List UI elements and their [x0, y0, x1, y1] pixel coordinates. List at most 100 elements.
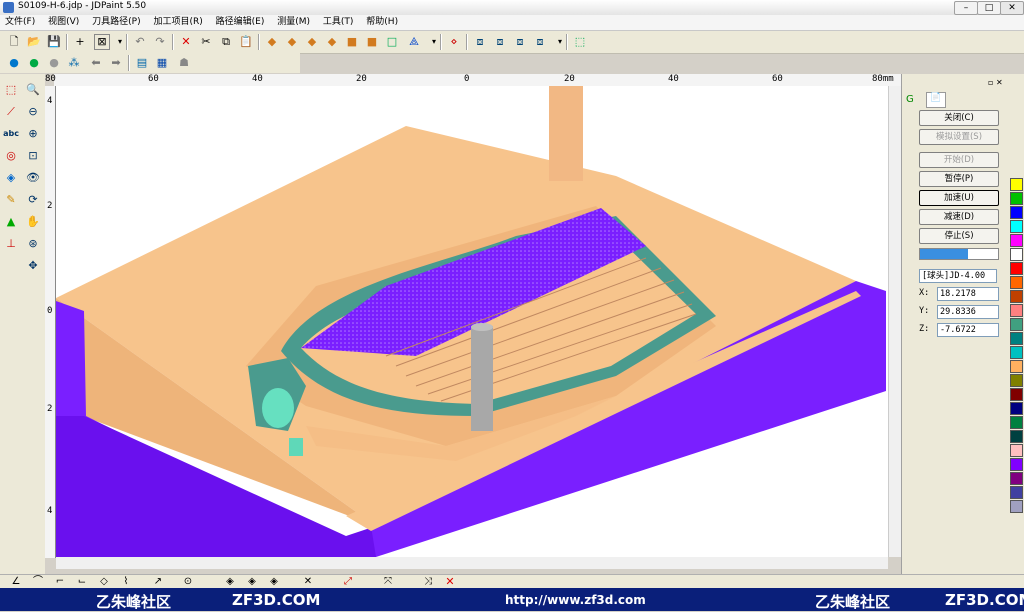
color-swatch[interactable]	[1010, 220, 1023, 233]
color-swatch[interactable]	[1010, 360, 1023, 373]
close-button[interactable]: 关闭(C)	[919, 110, 999, 126]
view-axis-icon[interactable]: ⟁	[406, 34, 422, 50]
color-swatch[interactable]	[1010, 374, 1023, 387]
select-box-icon[interactable]: ⊠	[94, 34, 110, 50]
horizontal-scrollbar[interactable]	[56, 557, 888, 569]
color-swatch[interactable]	[1010, 318, 1023, 331]
tree-tool-icon[interactable]: ▲	[3, 214, 19, 230]
delete-icon[interactable]: ✕	[178, 34, 194, 50]
color-swatch[interactable]	[1010, 486, 1023, 499]
menu-machining[interactable]: 加工项目(R)	[148, 15, 207, 30]
light-green-icon[interactable]: ●	[26, 55, 42, 71]
open-folder-icon[interactable]: 📂	[26, 34, 42, 50]
shade-view-icon[interactable]: ⧈	[492, 34, 508, 50]
center-icon[interactable]: ✥	[25, 258, 41, 274]
view-front-icon[interactable]: ◆	[284, 34, 300, 50]
color-swatch[interactable]	[1010, 332, 1023, 345]
slow-down-button[interactable]: 减速(D)	[919, 209, 999, 225]
path-edit-icon[interactable]: ⋄	[446, 34, 462, 50]
forward-arrow-icon[interactable]: ➡	[108, 55, 124, 71]
color-swatch[interactable]	[1010, 206, 1023, 219]
color-swatch[interactable]	[1010, 276, 1023, 289]
tab-geometry[interactable]: G	[906, 94, 918, 106]
layers-icon[interactable]: ▤	[134, 55, 150, 71]
menu-path-edit[interactable]: 路径编辑(E)	[211, 15, 270, 30]
render-view-icon[interactable]: ⧈	[512, 34, 528, 50]
color-swatch[interactable]	[1010, 262, 1023, 275]
redo-icon[interactable]: ↷	[152, 34, 168, 50]
zoom-in-icon[interactable]: ⊕	[25, 126, 41, 142]
back-arrow-icon[interactable]: ⬅	[88, 55, 104, 71]
title-bar: S0109-H-6.jdp - JDPaint 5.50 – □ ✕	[0, 0, 1024, 16]
color-swatch[interactable]	[1010, 192, 1023, 205]
vertical-scrollbar[interactable]	[888, 86, 901, 557]
rotate-icon[interactable]: ⟳	[25, 192, 41, 208]
simulation-viewport[interactable]	[56, 86, 888, 557]
color-swatch[interactable]	[1010, 416, 1023, 429]
grid-icon[interactable]: ▦	[154, 55, 170, 71]
maximize-button[interactable]: □	[977, 1, 1001, 15]
undo-icon[interactable]: ↶	[132, 34, 148, 50]
menu-tools[interactable]: 工具(T)	[318, 15, 359, 30]
view-top-icon[interactable]: ■	[364, 34, 380, 50]
color-swatch[interactable]	[1010, 346, 1023, 359]
measure-tool-icon[interactable]: ⊥	[3, 236, 19, 252]
speed-up-button[interactable]: 加速(U)	[919, 190, 999, 206]
view-back-icon[interactable]: ◆	[304, 34, 320, 50]
fill-tool-icon[interactable]: ◈	[3, 170, 19, 186]
view-iso-icon[interactable]: ◆	[264, 34, 280, 50]
network-icon[interactable]: ⁂	[66, 55, 82, 71]
panel-close-icon[interactable]: ▫ ✕	[988, 78, 1006, 88]
save-icon[interactable]: 💾	[46, 34, 62, 50]
menu-toolpath[interactable]: 刀具路径(P)	[87, 15, 145, 30]
sim-settings-button[interactable]: 模拟设置(S)	[919, 129, 999, 145]
zoom-fit-icon[interactable]: ⊛	[25, 236, 41, 252]
view-right-icon[interactable]: ■	[344, 34, 360, 50]
color-swatch[interactable]	[1010, 444, 1023, 457]
close-window-button[interactable]: ✕	[1000, 1, 1024, 15]
color-swatch[interactable]	[1010, 472, 1023, 485]
color-swatch[interactable]	[1010, 430, 1023, 443]
text-tool-icon[interactable]: abc	[2, 126, 20, 142]
menu-view[interactable]: 视图(V)	[43, 15, 84, 30]
offset-tool-icon[interactable]: ◎	[3, 148, 19, 164]
color-swatch[interactable]	[1010, 290, 1023, 303]
copy-icon[interactable]: ⧉	[218, 34, 234, 50]
minimize-button[interactable]: –	[954, 1, 978, 15]
line-tool-icon[interactable]: ⟋	[3, 104, 19, 120]
menu-measure[interactable]: 测量(M)	[272, 15, 315, 30]
pan-hand-icon[interactable]: ✋	[25, 214, 41, 230]
menu-help[interactable]: 帮助(H)	[361, 15, 403, 30]
zoom-icon[interactable]: 🔍	[25, 82, 41, 98]
crosshair-icon[interactable]: +	[72, 34, 88, 50]
light-blue-icon[interactable]: ●	[6, 55, 22, 71]
pause-button[interactable]: 暂停(P)	[919, 171, 999, 187]
eye-icon[interactable]: 👁	[25, 170, 41, 186]
hidden-view-icon[interactable]: ⧈	[532, 34, 548, 50]
color-swatch[interactable]	[1010, 248, 1023, 261]
pen-tool-icon[interactable]: ✎	[3, 192, 19, 208]
zoom-out-icon[interactable]: ⊖	[25, 104, 41, 120]
color-swatch[interactable]	[1010, 388, 1023, 401]
wire-view-icon[interactable]: ⧈	[472, 34, 488, 50]
color-swatch[interactable]	[1010, 500, 1023, 513]
simulation-icon[interactable]: ⬚	[572, 34, 588, 50]
color-swatch[interactable]	[1010, 304, 1023, 317]
start-button[interactable]: 开始(D)	[919, 152, 999, 168]
cut-icon[interactable]: ✂	[198, 34, 214, 50]
color-swatch[interactable]	[1010, 458, 1023, 471]
tab-document[interactable]: 📄	[926, 92, 946, 108]
color-swatch[interactable]	[1010, 234, 1023, 247]
zoom-window-icon[interactable]: ⊡	[25, 148, 41, 164]
stop-button[interactable]: 停止(S)	[919, 228, 999, 244]
lamp-icon[interactable]: ☗	[176, 55, 192, 71]
select-rect-icon[interactable]: ⬚	[3, 82, 19, 98]
color-swatch[interactable]	[1010, 402, 1023, 415]
light-gray-icon[interactable]: ●	[46, 55, 62, 71]
paste-icon[interactable]: 📋	[238, 34, 254, 50]
color-swatch[interactable]	[1010, 178, 1023, 191]
view-bottom-icon[interactable]: □	[384, 34, 400, 50]
menu-file[interactable]: 文件(F)	[0, 15, 40, 30]
view-left-icon[interactable]: ◆	[324, 34, 340, 50]
new-file-icon[interactable]: 🗋	[6, 34, 22, 50]
